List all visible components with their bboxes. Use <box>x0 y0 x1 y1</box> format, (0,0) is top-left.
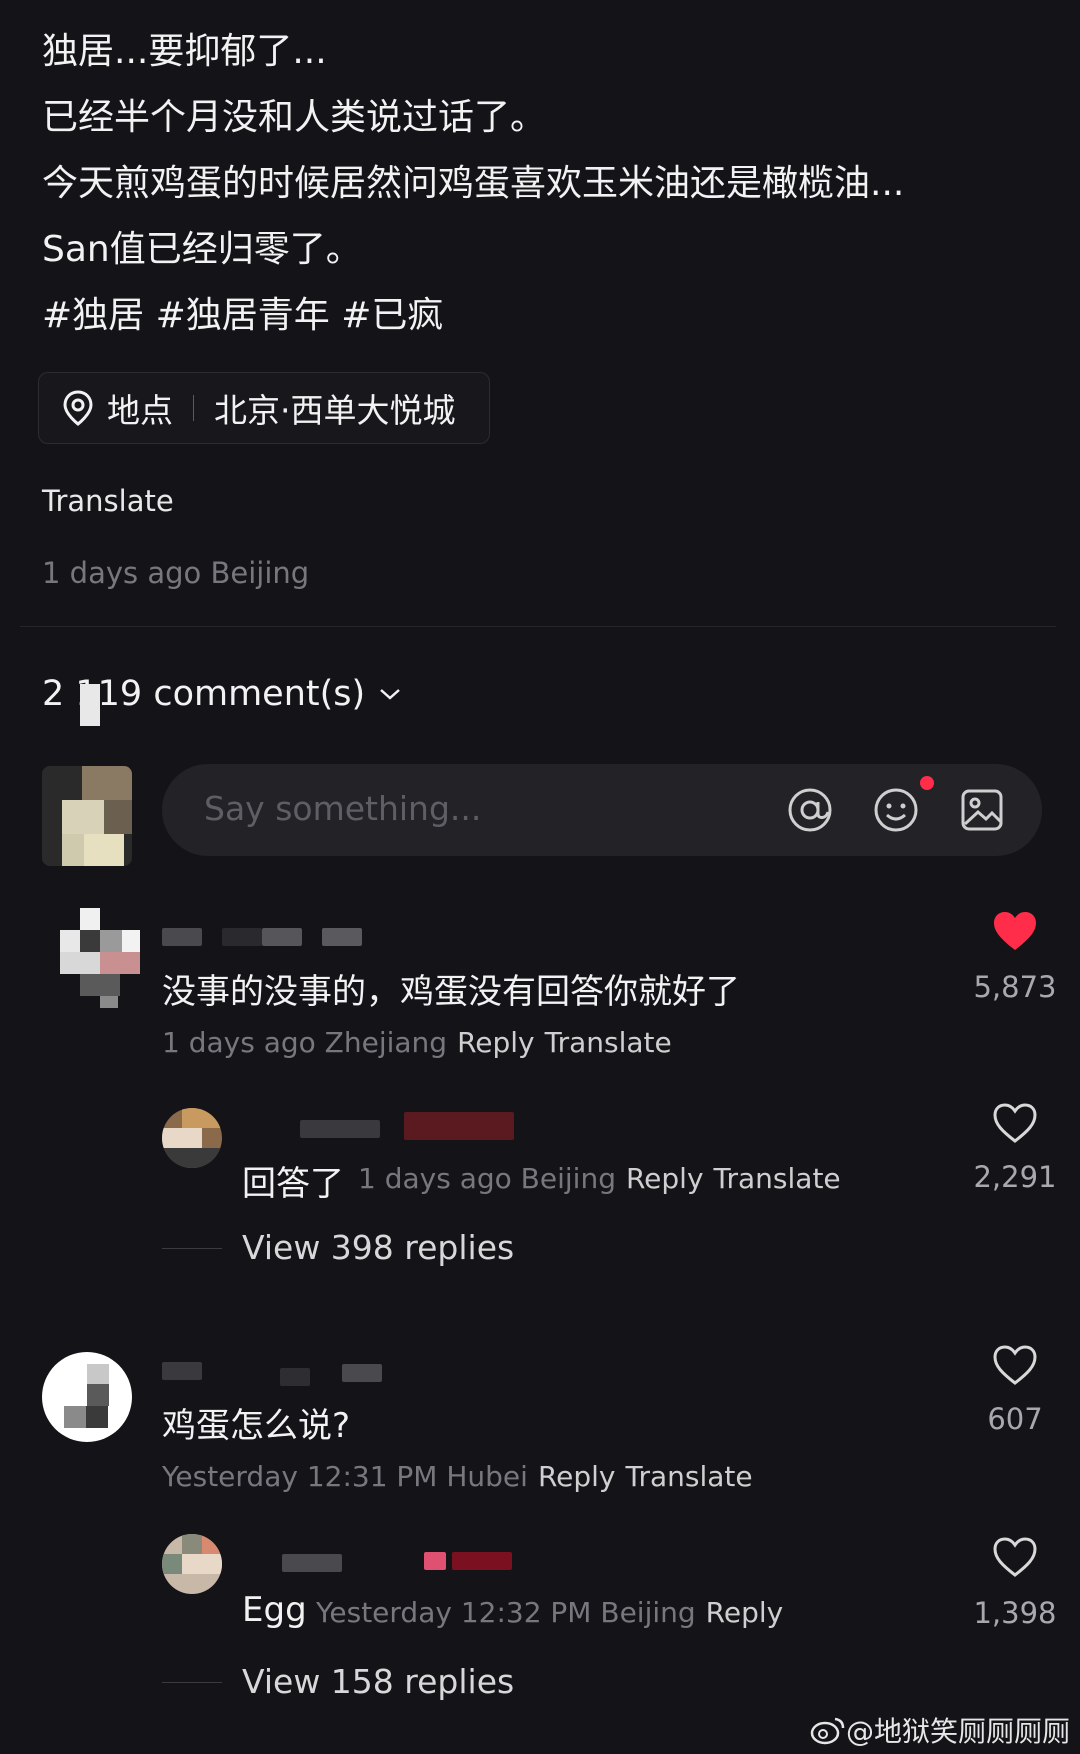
replies-divider <box>162 1248 222 1249</box>
heart-outline-icon[interactable] <box>992 1102 1038 1144</box>
username-blurred <box>280 1368 310 1386</box>
comment-input[interactable]: Say something... <box>162 764 1042 856</box>
heart-outline-icon[interactable] <box>992 1536 1038 1578</box>
emoji-icon[interactable] <box>872 786 920 834</box>
location-label: 地点 <box>107 391 173 430</box>
view-replies-button[interactable]: View 398 replies <box>242 1228 514 1267</box>
post-hashtags[interactable]: #独居 #独居青年 #已疯 <box>42 294 443 338</box>
username-blurred[interactable] <box>162 928 202 946</box>
username-blurred <box>262 928 302 946</box>
username-blurred <box>452 1552 512 1570</box>
reply-button[interactable]: Reply <box>538 1460 616 1493</box>
username-blurred <box>342 1364 382 1382</box>
redaction-block <box>80 684 100 726</box>
comment-input-placeholder: Say something... <box>204 789 482 828</box>
reply-text: 回答了 <box>242 1164 344 1204</box>
location-separator <box>193 395 194 421</box>
reply-meta: Yesterday 12:32 PM Beijing Reply <box>316 1596 783 1629</box>
reply-time-location: 1 days ago Beijing <box>358 1162 616 1195</box>
translate-button[interactable]: Translate <box>545 1026 672 1059</box>
post-time-location: 1 days ago Beijing <box>42 556 310 590</box>
username-blurred <box>322 928 362 946</box>
user-avatar[interactable] <box>42 766 132 866</box>
like-count: 5,873 <box>973 970 1057 1004</box>
username-blurred <box>404 1112 514 1140</box>
watermark: @地狱笑厕厕厕厕 <box>810 1710 1070 1750</box>
reply-button[interactable]: Reply <box>626 1162 704 1195</box>
image-icon[interactable] <box>958 786 1006 834</box>
reply-text: Egg <box>242 1590 307 1630</box>
username-blurred[interactable] <box>300 1120 380 1138</box>
chevron-down-icon <box>380 689 400 700</box>
reply-time-location: Yesterday 12:32 PM Beijing <box>316 1596 696 1629</box>
comment-meta: 1 days ago Zhejiang Reply Translate <box>162 1026 672 1059</box>
reply-button[interactable]: Reply <box>457 1026 535 1059</box>
username-blurred <box>222 928 262 946</box>
heart-outline-icon[interactable] <box>992 1344 1038 1386</box>
replier-avatar[interactable] <box>162 1534 222 1594</box>
mention-icon[interactable] <box>786 786 834 834</box>
like-count: 2,291 <box>973 1160 1057 1194</box>
commenter-avatar[interactable] <box>60 908 140 1008</box>
watermark-text: @地狱笑厕厕厕厕 <box>845 1715 1070 1748</box>
comment-meta: Yesterday 12:31 PM Hubei Reply Translate <box>162 1460 753 1493</box>
username-blurred <box>424 1552 446 1570</box>
location-value: 北京·西单大悦城 <box>214 391 456 430</box>
reply-meta: 1 days ago Beijing Reply Translate <box>358 1162 841 1195</box>
notification-dot <box>920 776 934 790</box>
commenter-avatar[interactable] <box>42 1352 132 1442</box>
post-line-3: 今天煎鸡蛋的时候居然问鸡蛋喜欢玉米油还是橄榄油... <box>42 163 905 204</box>
location-chip[interactable]: 地点 北京·西单大悦城 <box>38 372 490 444</box>
divider <box>20 626 1056 627</box>
translate-button[interactable]: Translate <box>626 1460 753 1493</box>
replies-divider <box>162 1682 222 1683</box>
weibo-logo-icon <box>810 1717 845 1745</box>
comment-text: 鸡蛋怎么说? <box>162 1406 351 1446</box>
post-line-1: 独居...要抑郁了... <box>42 31 327 72</box>
username-blurred[interactable] <box>282 1554 342 1572</box>
post-line-4: San值已经归零了。 <box>42 229 362 270</box>
comment-time-location: 1 days ago Zhejiang <box>162 1026 448 1059</box>
post-translate-link[interactable]: Translate <box>42 484 174 518</box>
like-count: 607 <box>987 1402 1043 1436</box>
location-pin-icon <box>63 390 93 426</box>
post-line-2: 已经半个月没和人类说过话了。 <box>42 97 547 138</box>
translate-button[interactable]: Translate <box>714 1162 841 1195</box>
username-blurred[interactable] <box>162 1362 202 1380</box>
comment-time-location: Yesterday 12:31 PM Hubei <box>162 1460 528 1493</box>
view-replies-button[interactable]: View 158 replies <box>242 1662 514 1701</box>
comment-text: 没事的没事的，鸡蛋没有回答你就好了 <box>162 972 740 1012</box>
reply-button[interactable]: Reply <box>706 1596 784 1629</box>
replier-avatar[interactable] <box>162 1108 222 1168</box>
like-count: 1,398 <box>973 1596 1057 1630</box>
heart-filled-icon[interactable] <box>992 910 1038 952</box>
